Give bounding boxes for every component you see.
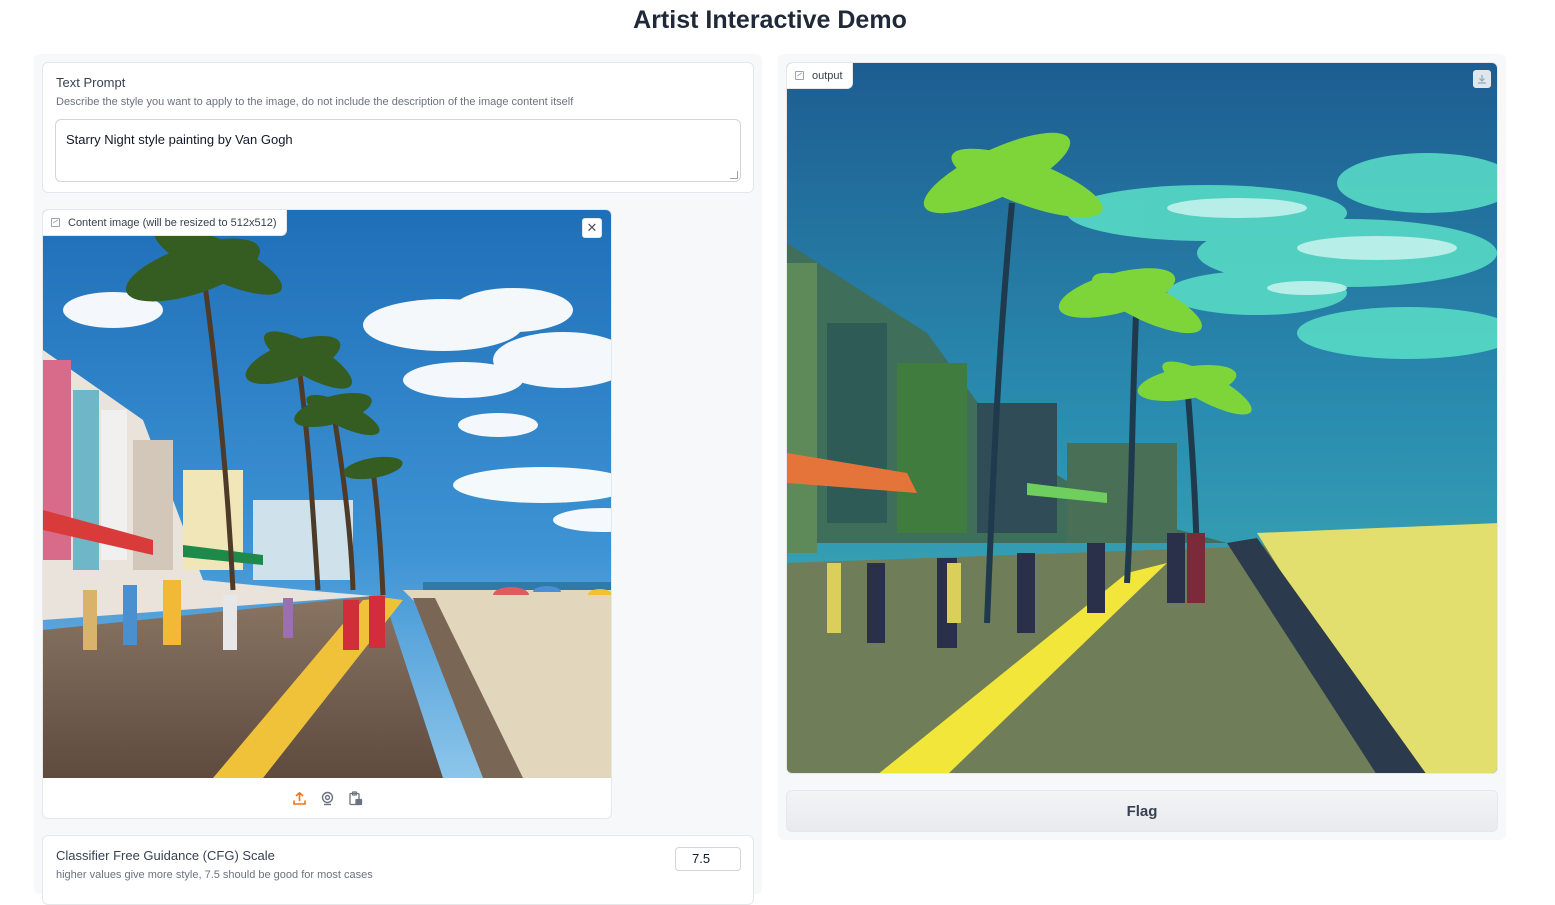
cfg-scale-block: Classifier Free Guidance (CFG) Scale hig… bbox=[42, 835, 754, 905]
text-prompt-label: Text Prompt bbox=[56, 75, 126, 90]
app-title: Artist Interactive Demo bbox=[633, 6, 907, 34]
image-source-bar bbox=[43, 778, 611, 818]
close-icon[interactable]: ✕ bbox=[582, 218, 602, 238]
content-image[interactable] bbox=[43, 210, 611, 778]
upload-icon[interactable] bbox=[291, 790, 307, 806]
content-image-label-tab: Content image (will be resized to 512x51… bbox=[43, 210, 287, 236]
image-icon bbox=[51, 218, 60, 227]
cfg-scale-label: Classifier Free Guidance (CFG) Scale bbox=[56, 848, 275, 863]
output-image[interactable] bbox=[787, 63, 1498, 774]
output-label-tab: output bbox=[787, 63, 853, 89]
download-icon[interactable] bbox=[1473, 70, 1491, 88]
cfg-scale-input[interactable]: 7.5 bbox=[675, 847, 741, 871]
text-prompt-value: Starry Night style painting by Van Gogh bbox=[66, 132, 293, 147]
output-image-block: output bbox=[786, 62, 1498, 774]
text-prompt-input[interactable]: Starry Night style painting by Van Gogh bbox=[55, 119, 741, 182]
cfg-scale-info: higher values give more style, 7.5 shoul… bbox=[56, 869, 373, 881]
text-prompt-info: Describe the style you want to apply to … bbox=[56, 96, 574, 108]
content-image-label: Content image (will be resized to 512x51… bbox=[68, 216, 277, 229]
clipboard-icon[interactable] bbox=[347, 790, 363, 806]
webcam-icon[interactable] bbox=[319, 790, 335, 806]
flag-button[interactable]: Flag bbox=[786, 790, 1498, 832]
input-column: Text Prompt Describe the style you want … bbox=[34, 54, 762, 905]
image-icon bbox=[795, 71, 804, 80]
content-image-block: Content image (will be resized to 512x51… bbox=[42, 209, 612, 819]
text-prompt-block: Text Prompt Describe the style you want … bbox=[42, 62, 754, 193]
cfg-scale-value: 7.5 bbox=[692, 851, 711, 866]
output-label: output bbox=[812, 69, 843, 82]
output-column: output Flag bbox=[778, 54, 1506, 840]
resize-grip-icon[interactable] bbox=[730, 171, 738, 179]
